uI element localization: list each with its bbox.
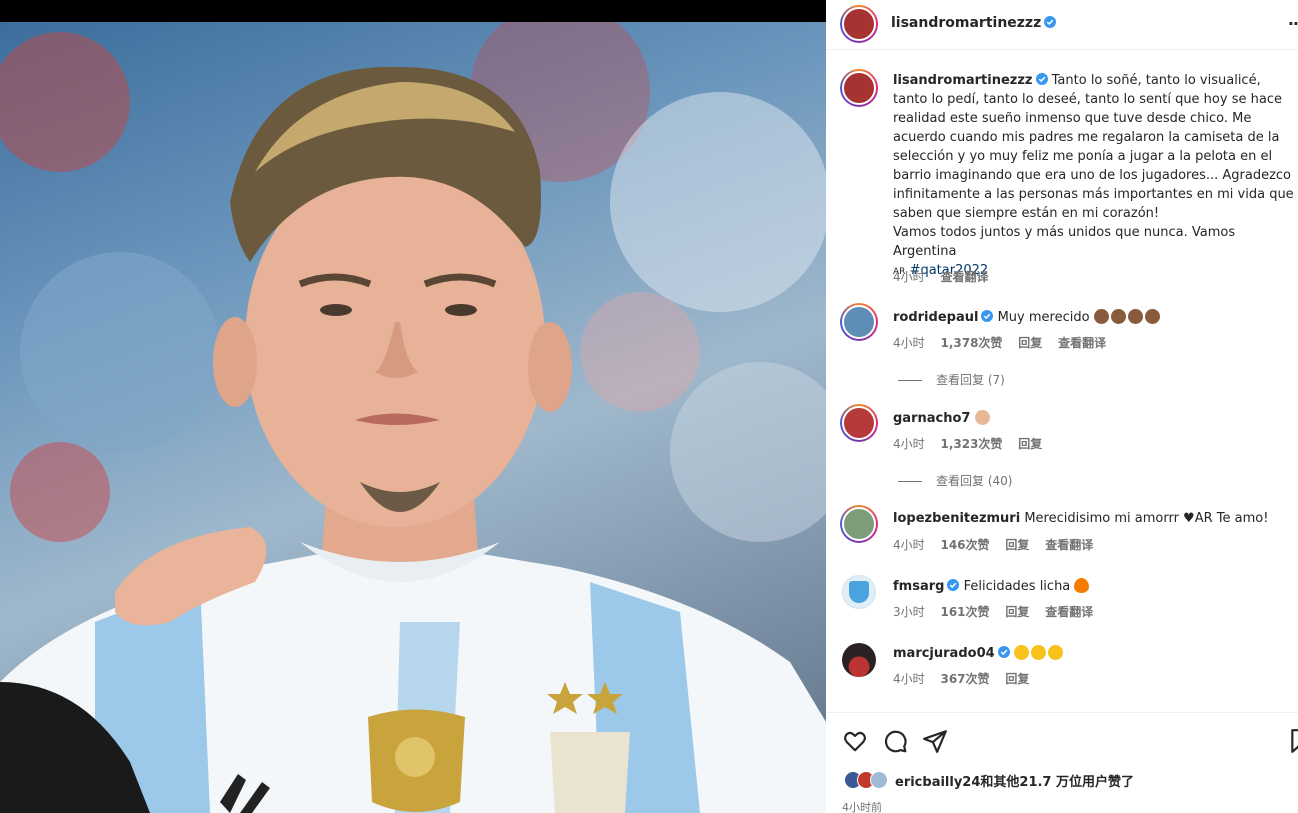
comment-4: fmsarg Felicidades licha	[893, 578, 1091, 594]
translate-button[interactable]: 查看翻译	[1058, 336, 1106, 350]
post-actions: ericbailly24和其他21.7 万位用户赞了 4小时前	[826, 712, 1298, 813]
clap-emoji-icon	[974, 410, 990, 425]
comment-text: Merecidisimo mi amorrr ♥AR Te amo!	[1024, 511, 1269, 526]
reply-button[interactable]: 回复	[1018, 437, 1042, 451]
comment-avatar[interactable]	[842, 643, 876, 677]
view-replies-2[interactable]: 查看回复 (40)	[898, 472, 1012, 489]
verified-icon	[981, 310, 994, 322]
translate-button[interactable]: 查看翻译	[1045, 538, 1093, 552]
view-replies-1[interactable]: 查看回复 (7)	[898, 371, 1005, 388]
share-icon[interactable]	[922, 728, 948, 754]
player-illustration	[0, 22, 826, 813]
post-sidebar: lisandromartinezzz ·· lisandromartinezzz…	[826, 0, 1298, 813]
comment-text: Muy merecido	[997, 310, 1090, 325]
view-replies-label[interactable]: 查看回复 (7)	[936, 373, 1005, 387]
comment-time: 3小时	[893, 605, 925, 619]
clap-emoji-icon	[1047, 645, 1063, 660]
comment-2: garnacho7	[893, 410, 992, 426]
caption-meta: 4小时 查看翻译	[893, 268, 1000, 285]
comment-likes[interactable]: 1,378次赞	[940, 336, 1002, 350]
verified-icon	[947, 579, 960, 591]
reply-button[interactable]: 回复	[1005, 605, 1029, 619]
verified-icon	[1035, 73, 1048, 85]
divider	[898, 380, 922, 381]
clap-emoji-icon	[1030, 645, 1046, 660]
comment-username[interactable]: garnacho7	[893, 411, 970, 426]
caption-avatar[interactable]	[840, 69, 878, 107]
liker-username[interactable]: ericbailly24	[895, 775, 980, 790]
comment-likes[interactable]: 367次赞	[940, 672, 989, 686]
comment-avatar[interactable]	[842, 575, 876, 609]
reply-button[interactable]: 回复	[1005, 538, 1029, 552]
caption-text: Tanto lo soñé, tanto lo visualicé, tanto…	[893, 73, 1294, 221]
comment-icon[interactable]	[882, 728, 908, 754]
fire-emoji-icon	[1074, 578, 1090, 593]
clap-emoji-icon	[1110, 309, 1126, 324]
comment-username[interactable]: fmsarg	[893, 579, 944, 594]
verified-icon	[997, 646, 1010, 658]
post-photo[interactable]	[0, 22, 826, 813]
top-black-bar	[0, 0, 826, 22]
comment-3-meta: 4小时 146次赞 回复 查看翻译	[893, 536, 1105, 553]
comment-1-meta: 4小时 1,378次赞 回复 查看翻译	[893, 334, 1118, 351]
comment-likes[interactable]: 146次赞	[940, 538, 989, 552]
post-timestamp: 4小时前	[842, 801, 882, 813]
comment-username[interactable]: rodridepaul	[893, 310, 978, 325]
view-replies-label[interactable]: 查看回复 (40)	[936, 474, 1012, 488]
comment-avatar[interactable]	[840, 303, 878, 341]
comment-3: lopezbenitezmuri Merecidisimo mi amorrr …	[893, 511, 1268, 526]
comment-avatar[interactable]	[840, 505, 878, 543]
likes-summary[interactable]: ericbailly24和其他21.7 万位用户赞了	[844, 769, 1134, 791]
post-caption: lisandromartinezzz Tanto lo soñé, tanto …	[893, 71, 1297, 282]
comment-5-meta: 4小时 367次赞 回复	[893, 670, 1041, 687]
caption-username[interactable]: lisandromartinezzz	[893, 73, 1033, 88]
save-icon[interactable]	[1288, 728, 1298, 754]
comment-username[interactable]: lopezbenitezmuri	[893, 511, 1020, 526]
instagram-post-view: lisandromartinezzz ·· lisandromartinezzz…	[0, 0, 1298, 813]
post-header: lisandromartinezzz ··	[826, 0, 1298, 50]
comment-5: marcjurado04	[893, 645, 1065, 661]
reply-button[interactable]: 回复	[1018, 336, 1042, 350]
comment-time: 4小时	[893, 336, 925, 350]
clap-emoji-icon	[1013, 645, 1029, 660]
more-options-icon[interactable]: ··	[1288, 14, 1298, 33]
comment-likes[interactable]: 1,323次赞	[940, 437, 1002, 451]
clap-emoji-icon	[1093, 309, 1109, 324]
comment-1: rodridepaul Muy merecido	[893, 309, 1162, 325]
comment-time: 4小时	[893, 672, 925, 686]
likes-count[interactable]: 和其他21.7 万位用户赞了	[980, 775, 1134, 790]
clap-emoji-icon	[1144, 309, 1160, 324]
liker-avatar	[870, 771, 888, 789]
comment-username[interactable]: marcjurado04	[893, 646, 995, 661]
heart-icon[interactable]	[842, 728, 868, 754]
comment-likes[interactable]: 161次赞	[940, 605, 989, 619]
divider	[898, 481, 922, 482]
comment-avatar[interactable]	[840, 404, 878, 442]
author-avatar[interactable]	[840, 5, 878, 43]
comment-text: Felicidades licha	[963, 579, 1071, 594]
likes-text: ericbailly24和其他21.7 万位用户赞了	[895, 771, 1134, 790]
author-username[interactable]: lisandromartinezzz	[891, 15, 1057, 31]
comment-time: 4小时	[893, 538, 925, 552]
caption-line2: Vamos todos juntos y más unidos que nunc…	[893, 225, 1236, 259]
comment-4-meta: 3小时 161次赞 回复 查看翻译	[893, 603, 1105, 620]
clap-emoji-icon	[1127, 309, 1143, 324]
comment-2-meta: 4小时 1,323次赞 回复	[893, 435, 1054, 452]
caption-translate-button[interactable]: 查看翻译	[940, 270, 988, 284]
translate-button[interactable]: 查看翻译	[1045, 605, 1093, 619]
comment-time: 4小时	[893, 437, 925, 451]
verified-icon	[1044, 16, 1057, 28]
caption-time: 4小时	[893, 270, 925, 284]
fmsarg-logo	[843, 576, 875, 608]
reply-button[interactable]: 回复	[1005, 672, 1029, 686]
